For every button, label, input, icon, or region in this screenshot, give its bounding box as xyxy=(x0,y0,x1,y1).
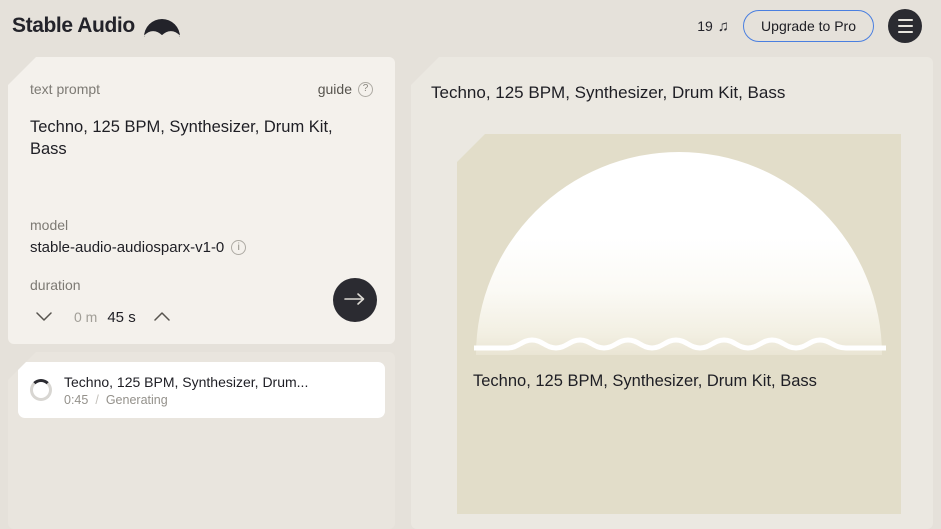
generate-submit-button[interactable] xyxy=(333,278,377,322)
status-badge: Generating xyxy=(106,393,168,407)
duration-seconds-value[interactable]: 45 s xyxy=(107,309,147,326)
dome-waveform-art xyxy=(476,152,882,355)
generations-panel: Techno, 125 BPM, Synthesizer, Drum... 0:… xyxy=(8,352,395,529)
guide-link[interactable]: guide ? xyxy=(318,81,373,97)
generation-title: Techno, 125 BPM, Synthesizer, Drum... xyxy=(64,374,308,390)
model-label: model xyxy=(30,217,68,233)
credits-count: 19 xyxy=(697,18,713,34)
prompt-panel: text prompt guide ? Techno, 125 BPM, Syn… xyxy=(8,57,395,344)
detail-panel: Techno, 125 BPM, Synthesizer, Drum Kit, … xyxy=(411,57,933,529)
artwork-card[interactable]: Techno, 125 BPM, Synthesizer, Drum Kit, … xyxy=(457,134,901,514)
brand-name: Stable Audio xyxy=(12,14,135,38)
separator: / xyxy=(95,393,98,407)
artwork-caption: Techno, 125 BPM, Synthesizer, Drum Kit, … xyxy=(473,372,817,391)
help-question-icon[interactable]: ? xyxy=(358,82,373,97)
info-icon[interactable]: i xyxy=(231,240,246,255)
menu-line xyxy=(898,31,913,33)
generation-meta: Techno, 125 BPM, Synthesizer, Drum... 0:… xyxy=(64,374,308,407)
upgrade-to-pro-button[interactable]: Upgrade to Pro xyxy=(743,10,874,42)
duration-stepper: 0 m 45 s xyxy=(30,305,176,329)
chevron-up-icon[interactable] xyxy=(148,305,176,329)
credits-indicator[interactable]: 19 ♫ xyxy=(697,18,729,34)
chevron-down-icon[interactable] xyxy=(30,305,58,329)
page-title: Techno, 125 BPM, Synthesizer, Drum Kit, … xyxy=(411,83,933,103)
waveform-line-icon xyxy=(474,336,886,358)
app-header: Stable Audio 19 ♫ Upgrade to Pro xyxy=(0,0,941,52)
header-actions: 19 ♫ Upgrade to Pro xyxy=(697,9,929,43)
generation-status-row: 0:45 / Generating xyxy=(64,393,308,407)
menu-line xyxy=(898,25,913,27)
guide-label: guide xyxy=(318,81,352,97)
hamburger-menu-icon[interactable] xyxy=(888,9,922,43)
text-prompt-label: text prompt xyxy=(30,81,100,97)
loading-spinner-icon xyxy=(30,379,52,401)
model-value: stable-audio-audiosparx-v1-0 xyxy=(30,239,224,256)
left-column: text prompt guide ? Techno, 125 BPM, Syn… xyxy=(8,57,395,529)
arch-logo-icon xyxy=(142,15,182,37)
stable-audio-app: Stable Audio 19 ♫ Upgrade to Pro xyxy=(0,0,941,529)
arrow-right-icon xyxy=(344,292,366,309)
duration-label: duration xyxy=(30,277,81,293)
duration-minutes-value[interactable]: 0 m xyxy=(58,309,107,325)
model-selector[interactable]: stable-audio-audiosparx-v1-0 i xyxy=(30,239,246,256)
generation-duration: 0:45 xyxy=(64,393,88,407)
brand-logo[interactable]: Stable Audio xyxy=(12,14,182,38)
menu-line xyxy=(898,19,913,21)
prompt-input[interactable]: Techno, 125 BPM, Synthesizer, Drum Kit, … xyxy=(30,116,373,161)
list-item[interactable]: Techno, 125 BPM, Synthesizer, Drum... 0:… xyxy=(18,362,385,418)
music-note-icon: ♫ xyxy=(718,19,729,34)
prompt-header-row: text prompt guide ? xyxy=(30,81,373,97)
